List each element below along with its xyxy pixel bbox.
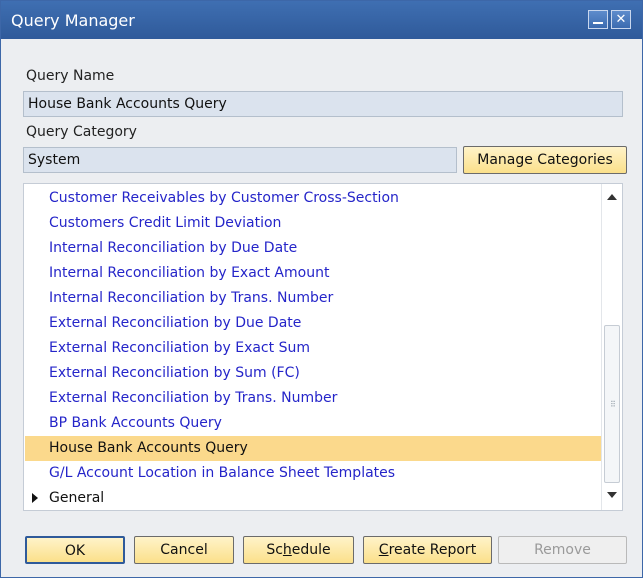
schedule-label-a: Sc [266, 542, 283, 558]
list-item-label: External Reconciliation by Trans. Number [49, 390, 338, 406]
schedule-button[interactable]: Schedule [243, 536, 354, 564]
list-item[interactable]: Internal Reconciliation by Exact Amount [25, 261, 601, 286]
query-category-label: Query Category [26, 124, 137, 140]
list-item-label: Customer Receivables by Customer Cross-S… [49, 190, 399, 206]
cancel-label: Cancel [160, 542, 208, 558]
list-item-label: Internal Reconciliation by Trans. Number [49, 290, 334, 306]
expand-arrow-icon[interactable] [32, 493, 38, 503]
query-manager-window: Query Manager ✕ Query Name House Bank Ac… [0, 0, 643, 578]
close-icon: ✕ [615, 12, 627, 27]
list-item-label: Customers Credit Limit Deviation [49, 215, 282, 231]
vertical-scrollbar[interactable]: ⠿ [601, 184, 622, 510]
list-item[interactable]: External Reconciliation by Due Date [25, 311, 601, 336]
scroll-thumb[interactable]: ⠿ [604, 325, 620, 483]
list-item[interactable]: Customers Credit Limit Deviation [25, 211, 601, 236]
title-bar[interactable]: Query Manager ✕ [1, 1, 642, 39]
list-item[interactable]: External Reconciliation by Trans. Number [25, 386, 601, 411]
list-item-label: External Reconciliation by Sum (FC) [49, 365, 300, 381]
ok-button[interactable]: OK [25, 536, 125, 564]
list-item[interactable]: External Reconciliation by Exact Sum [25, 336, 601, 361]
create-report-label-b: reate Report [388, 542, 477, 558]
manage-categories-button[interactable]: Manage Categories [463, 146, 627, 174]
list-item-label: Internal Reconciliation by Due Date [49, 240, 298, 256]
scroll-up-icon[interactable] [607, 194, 617, 200]
list-item[interactable]: External Reconciliation by Sum (FC) [25, 361, 601, 386]
minimize-icon [593, 22, 603, 24]
grip-icon: ⠿ [610, 400, 616, 409]
query-list[interactable]: Customer Receivables by Customer Cross-S… [23, 183, 623, 511]
list-item-label: External Reconciliation by Due Date [49, 315, 302, 331]
window-title: Query Manager [11, 11, 135, 30]
manage-categories-label: Manage Categories [477, 152, 613, 168]
query-category-field[interactable]: System [23, 147, 457, 173]
list-item-label: House Bank Accounts Query [49, 440, 248, 456]
list-item[interactable]: G/L Account Location in Balance Sheet Te… [25, 461, 601, 486]
create-report-button[interactable]: Create Report [363, 536, 492, 564]
create-report-label-a: C [378, 542, 389, 558]
minimize-button[interactable] [588, 10, 608, 29]
list-item[interactable]: Internal Reconciliation by Due Date [25, 236, 601, 261]
list-item-label: G/L Account Location in Balance Sheet Te… [49, 465, 396, 481]
list-item-label: General [49, 490, 105, 506]
list-item-label: Internal Reconciliation by Exact Amount [49, 265, 330, 281]
schedule-label-c: edule [291, 542, 331, 558]
list-item-label: BP Bank Accounts Query [49, 415, 222, 431]
remove-label: Remove [534, 542, 591, 558]
query-name-field[interactable]: House Bank Accounts Query [23, 91, 623, 117]
cancel-button[interactable]: Cancel [134, 536, 234, 564]
list-item[interactable]: Customer Receivables by Customer Cross-S… [25, 186, 601, 211]
close-button[interactable]: ✕ [611, 10, 631, 29]
remove-button: Remove [498, 536, 627, 564]
scroll-down-icon[interactable] [607, 492, 617, 498]
list-item[interactable]: House Bank Accounts Query [25, 436, 601, 461]
schedule-label-b: h [282, 542, 292, 558]
list-group-item[interactable]: General [25, 486, 601, 510]
list-item-label: External Reconciliation by Exact Sum [49, 340, 310, 356]
list-item[interactable]: Internal Reconciliation by Trans. Number [25, 286, 601, 311]
list-item[interactable]: BP Bank Accounts Query [25, 411, 601, 436]
ok-label: OK [64, 543, 86, 559]
query-name-label: Query Name [26, 68, 115, 84]
